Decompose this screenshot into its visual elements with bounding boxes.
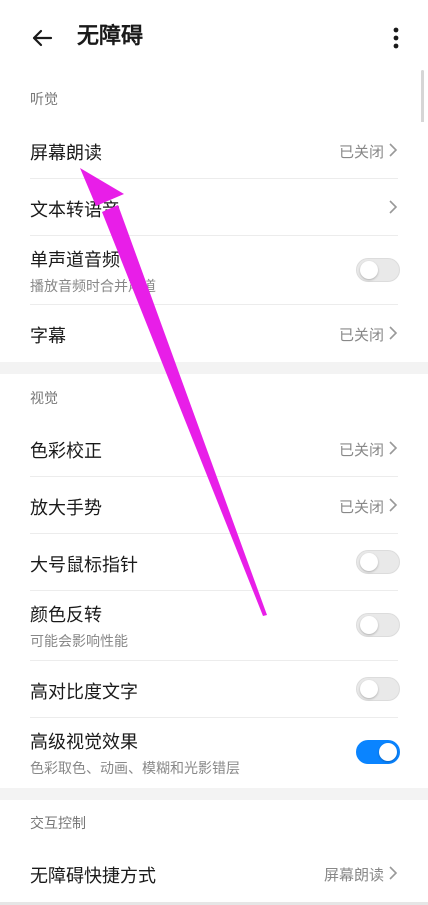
setting-captions[interactable]: 字幕 已关闭: [0, 305, 428, 361]
section-header-vision: 视觉: [30, 391, 58, 407]
setting-title: 大号鼠标指针: [30, 555, 138, 576]
setting-title: 高级视觉效果: [30, 732, 138, 753]
section-separator: [0, 362, 428, 374]
high-contrast-text-toggle[interactable]: [356, 677, 400, 701]
setting-title: 单声道音频: [30, 250, 120, 271]
app-header: 无障碍: [0, 0, 428, 74]
toggle-knob: [360, 680, 378, 698]
color-inversion-toggle[interactable]: [356, 613, 400, 637]
setting-screen-reader[interactable]: 屏幕朗读 已关闭: [0, 122, 428, 178]
section-header-interaction: 交互控制: [30, 816, 86, 832]
section-header-hearing: 听觉: [30, 92, 58, 108]
setting-title: 文本转语音: [30, 200, 120, 221]
setting-title: 色彩校正: [30, 441, 102, 462]
setting-magnification-gesture[interactable]: 放大手势 已关闭: [0, 477, 428, 533]
setting-color-inversion: 颜色反转 可能会影响性能: [0, 591, 428, 659]
setting-mono-audio: 单声道音频 播放音频时合并声道: [0, 236, 428, 304]
setting-subtitle: 可能会影响性能: [30, 634, 128, 650]
setting-subtitle: 色彩取色、动画、模糊和光影错层: [30, 761, 240, 777]
back-button[interactable]: [22, 18, 62, 58]
toggle-knob: [360, 261, 378, 279]
setting-advanced-visual-effects: 高级视觉效果 色彩取色、动画、模糊和光影错层: [0, 718, 428, 786]
toggle-knob: [360, 553, 378, 571]
setting-title: 无障碍快捷方式: [30, 866, 156, 887]
setting-title: 屏幕朗读: [30, 143, 102, 164]
chevron-right-icon: [389, 441, 398, 455]
setting-subtitle: 播放音频时合并声道: [30, 279, 156, 295]
section-separator: [0, 788, 428, 800]
setting-text-to-speech[interactable]: 文本转语音: [0, 179, 428, 235]
chevron-right-icon: [389, 866, 398, 880]
scrollbar[interactable]: [421, 70, 424, 128]
setting-large-pointer: 大号鼠标指针: [0, 534, 428, 590]
setting-status: 已关闭: [338, 326, 384, 344]
setting-status: 已关闭: [338, 498, 384, 516]
setting-color-correction[interactable]: 色彩校正 已关闭: [0, 420, 428, 476]
mono-audio-toggle[interactable]: [356, 258, 400, 282]
chevron-right-icon: [389, 200, 398, 214]
setting-title: 放大手势: [30, 498, 102, 519]
page-title: 无障碍: [77, 24, 144, 49]
large-pointer-toggle[interactable]: [356, 550, 400, 574]
more-vertical-icon: [393, 27, 399, 49]
toggle-knob: [379, 743, 397, 761]
setting-status: 已关闭: [338, 441, 384, 459]
chevron-right-icon: [389, 143, 398, 157]
setting-title: 颜色反转: [30, 605, 102, 626]
setting-title: 高对比度文字: [30, 682, 138, 703]
setting-status: 屏幕朗读: [323, 866, 384, 884]
setting-status: 已关闭: [338, 143, 384, 161]
setting-high-contrast-text: 高对比度文字: [0, 661, 428, 717]
advanced-visual-effects-toggle[interactable]: [356, 740, 400, 764]
toggle-knob: [360, 616, 378, 634]
more-options-button[interactable]: [382, 18, 410, 58]
chevron-right-icon: [389, 326, 398, 340]
back-arrow-icon: [32, 29, 53, 47]
setting-title: 字幕: [30, 326, 66, 347]
setting-accessibility-shortcut[interactable]: 无障碍快捷方式 屏幕朗读: [0, 845, 428, 901]
chevron-right-icon: [389, 498, 398, 512]
